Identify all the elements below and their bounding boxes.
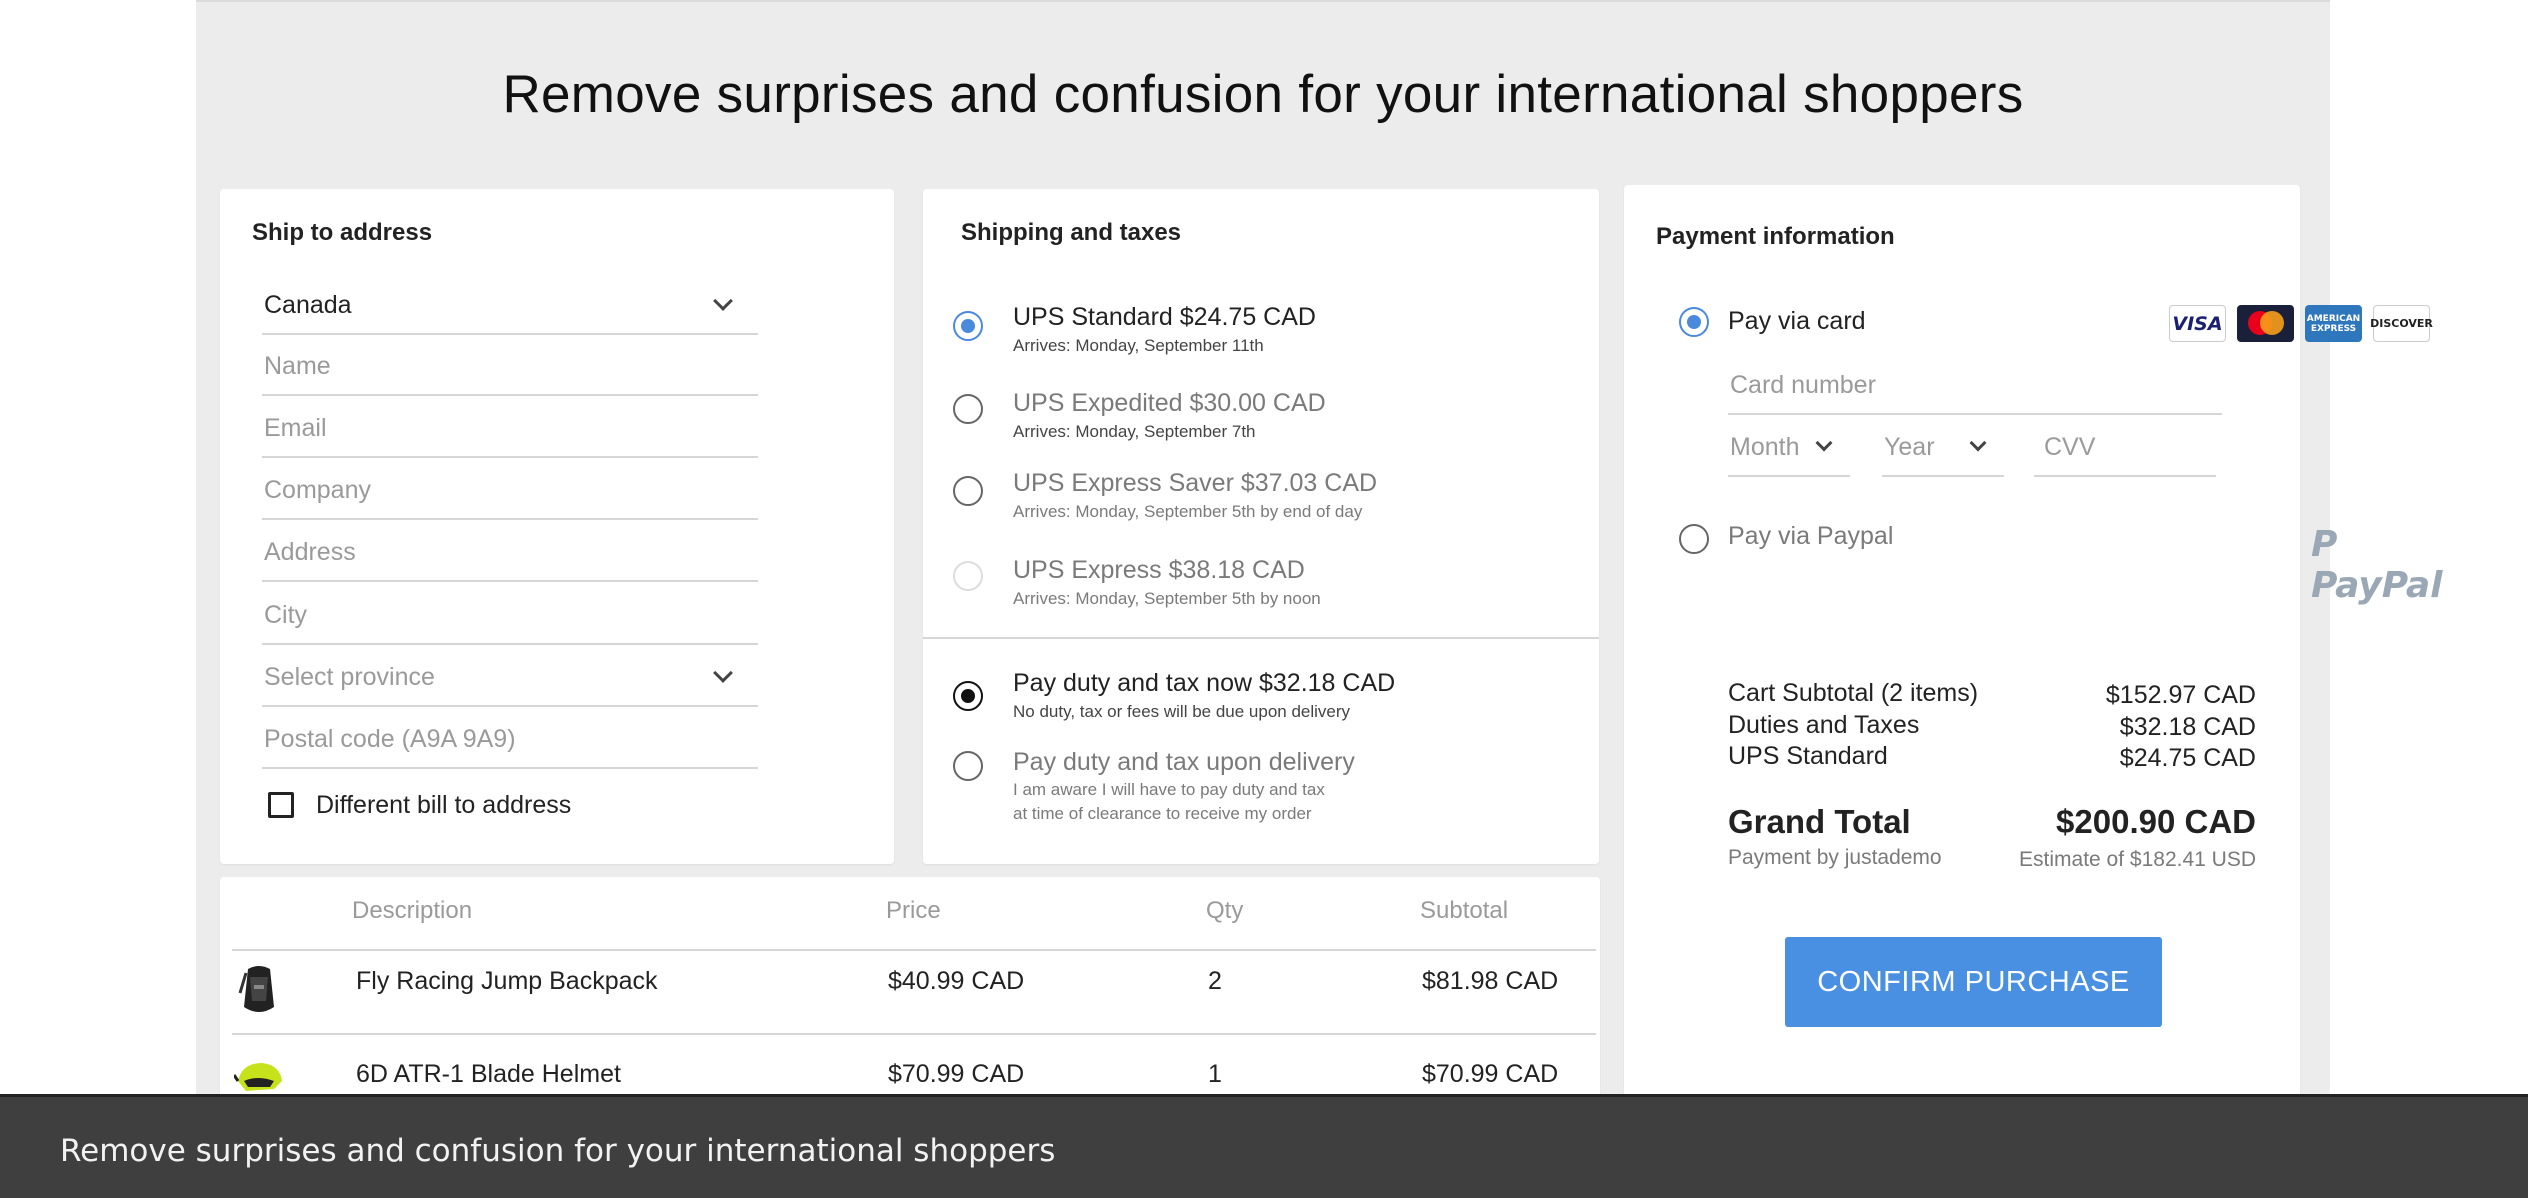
pay-via-card-radio[interactable] (1679, 307, 1709, 337)
shipping-and-taxes-heading: Shipping and taxes (961, 219, 1182, 246)
country-value: Canada (264, 291, 352, 319)
pay-duty-on-delivery-label: Pay duty and tax upon delivery (1013, 748, 1355, 776)
pay-duty-now-label: Pay duty and tax now $32.18 CAD (1013, 669, 1396, 697)
ship-to-address-heading: Ship to address (252, 219, 433, 246)
shipping-and-taxes-card: Shipping and taxes UPS Standard $24.75 C… (923, 189, 1599, 864)
company-field[interactable]: Company (262, 459, 758, 520)
item-price: $70.99 CAD (888, 1060, 1025, 1088)
backpack-thumbnail (238, 966, 274, 1012)
caption-bar: Remove surprises and confusion for your … (0, 1094, 2528, 1198)
postal-code-placeholder: Postal code (A9A 9A9) (264, 725, 516, 753)
chevron-down-icon (1815, 434, 1833, 452)
subtotal-header: Subtotal (1420, 897, 1509, 924)
ups-express-label: UPS Express $38.18 CAD (1013, 556, 1305, 584)
province-select[interactable]: Select province (262, 646, 758, 707)
cvv-placeholder: CVV (2044, 433, 2096, 461)
email-field[interactable]: Email (262, 397, 758, 458)
visa-icon: VISA (2169, 305, 2226, 342)
caption-text: Remove surprises and confusion for your … (60, 1133, 1056, 1169)
pay-duty-now-note: No duty, tax or fees will be due upon de… (1013, 702, 1351, 721)
table-row-divider (232, 1033, 1596, 1035)
postal-code-field[interactable]: Postal code (A9A 9A9) (262, 708, 758, 769)
item-qty: 2 (1208, 967, 1222, 995)
name-field[interactable]: Name (262, 335, 758, 396)
ups-expedited-radio[interactable] (953, 394, 983, 424)
different-bill-checkbox[interactable] (268, 792, 294, 818)
pay-duty-on-delivery-note-2: at time of clearance to receive my order (1013, 804, 1312, 823)
year-placeholder: Year (1884, 433, 1935, 461)
discover-icon: DISCOVER (2370, 305, 2433, 342)
province-placeholder: Select province (264, 663, 435, 691)
ups-express-arrival: Arrives: Monday, September 5th by noon (1013, 589, 1321, 608)
ups-express-radio[interactable] (953, 561, 983, 591)
email-placeholder: Email (264, 414, 327, 442)
pay-via-paypal-radio[interactable] (1679, 524, 1709, 554)
address-placeholder: Address (264, 538, 356, 566)
duties-taxes-label: Duties and Taxes (1728, 711, 1920, 739)
item-description: Fly Racing Jump Backpack (356, 967, 658, 995)
qty-header: Qty (1206, 897, 1244, 924)
company-placeholder: Company (264, 476, 371, 504)
country-select[interactable]: Canada (262, 274, 758, 335)
chevron-down-icon (713, 663, 733, 683)
table-row-divider (232, 949, 1596, 951)
duties-taxes-value: $32.18 CAD (2119, 713, 2256, 741)
cart-subtotal-value: $152.97 CAD (2105, 681, 2256, 709)
grand-total-label: Grand Total (1728, 803, 1911, 840)
ups-standard-label: UPS Standard $24.75 CAD (1013, 303, 1316, 331)
card-number-placeholder: Card number (1730, 371, 1876, 399)
shipping-method-value: $24.75 CAD (2119, 744, 2256, 772)
description-header: Description (352, 897, 473, 924)
usd-estimate-note: Estimate of $182.41 USD (2019, 848, 2256, 871)
item-price: $40.99 CAD (888, 967, 1025, 995)
city-field[interactable]: City (262, 584, 758, 645)
year-select[interactable]: Year (1882, 417, 2004, 477)
pay-via-card-label: Pay via card (1728, 307, 1866, 335)
ship-to-address-card: Ship to address Canada Name Email Compan… (220, 189, 894, 864)
cart-subtotal-label: Cart Subtotal (2 items) (1728, 679, 1979, 707)
price-header: Price (886, 897, 941, 924)
city-placeholder: City (264, 601, 308, 629)
payment-information-card: Payment information Pay via card VISA AM… (1624, 185, 2442, 1121)
month-select[interactable]: Month (1728, 417, 1850, 477)
chevron-down-icon (713, 291, 733, 311)
page-canvas: Remove surprises and confusion for your … (196, 0, 2442, 1198)
ups-express-saver-arrival: Arrives: Monday, September 5th by end of… (1013, 502, 1363, 521)
payment-information-heading: Payment information (1656, 223, 1895, 250)
page-title: Remove surprises and confusion for your … (502, 65, 2024, 124)
ups-express-saver-label: UPS Express Saver $37.03 CAD (1013, 469, 1378, 497)
cvv-input[interactable]: CVV (2034, 417, 2216, 477)
card-number-input[interactable]: Card number (1728, 355, 2222, 415)
payment-by-note: Payment by justademo (1728, 846, 1942, 869)
shipping-divider (923, 637, 1599, 639)
shipping-method-label: UPS Standard (1728, 742, 1888, 770)
paypal-icon: P (2311, 524, 2338, 565)
pay-duty-on-delivery-radio[interactable] (953, 751, 983, 781)
pay-via-paypal-label: Pay via Paypal (1728, 522, 1894, 550)
address-field[interactable]: Address (262, 521, 758, 582)
name-placeholder: Name (264, 352, 331, 380)
item-qty: 1 (1208, 1060, 1222, 1088)
item-description: 6D ATR-1 Blade Helmet (356, 1060, 621, 1088)
grand-total-value: $200.90 CAD (2056, 803, 2256, 840)
cart-items-table: Description Price Qty Subtotal Fly Racin… (220, 877, 1600, 1121)
ups-expedited-label: UPS Expedited $30.00 CAD (1013, 389, 1326, 417)
ups-expedited-arrival: Arrives: Monday, September 7th (1013, 422, 1256, 441)
pay-duty-now-radio[interactable] (953, 681, 983, 711)
item-subtotal: $70.99 CAD (1422, 1060, 1559, 1088)
paypal-logo: PPayPal (2311, 524, 2443, 606)
ups-standard-arrival: Arrives: Monday, September 11th (1013, 336, 1264, 355)
pay-duty-on-delivery-note-1: I am aware I will have to pay duty and t… (1013, 780, 1325, 799)
confirm-purchase-button[interactable]: CONFIRM PURCHASE (1785, 937, 2162, 1027)
month-placeholder: Month (1730, 433, 1800, 461)
ups-standard-radio[interactable] (953, 311, 983, 341)
american-express-icon: AMERICAN EXPRESS (2305, 305, 2362, 342)
different-bill-label: Different bill to address (316, 791, 572, 819)
ups-express-saver-radio[interactable] (953, 476, 983, 506)
chevron-down-icon (1969, 434, 1987, 452)
mastercard-icon (2237, 305, 2294, 342)
item-subtotal: $81.98 CAD (1422, 967, 1559, 995)
